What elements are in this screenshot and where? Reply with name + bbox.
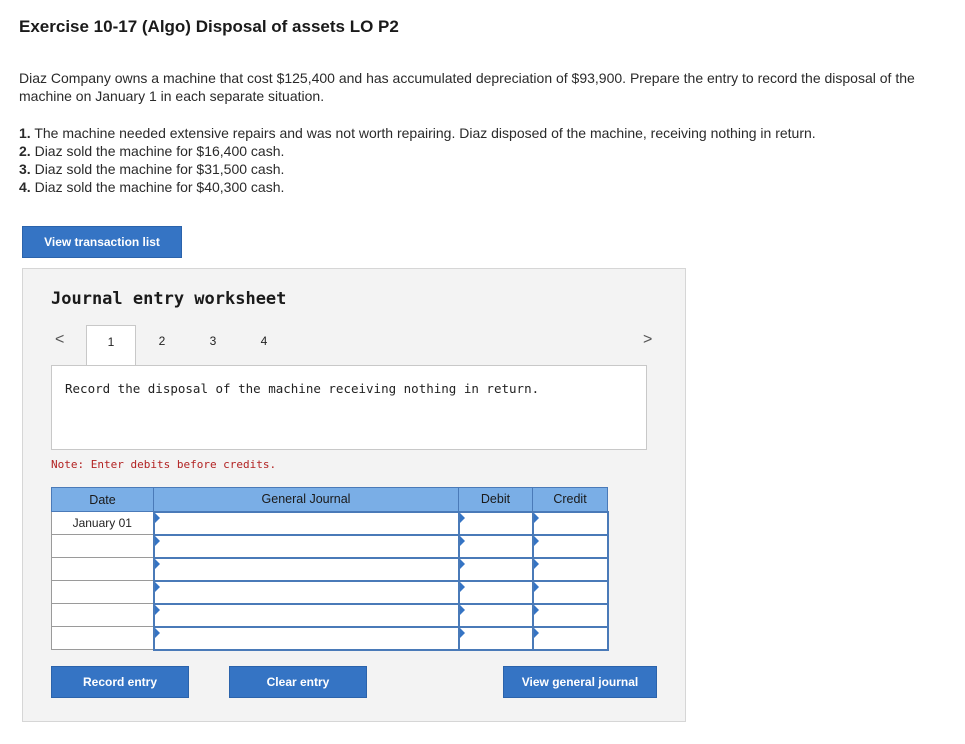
account-select[interactable]: [152, 579, 460, 605]
situation-item: 4. Diaz sold the machine for $40,300 cas…: [19, 178, 816, 196]
clear-entry-button[interactable]: Clear entry: [229, 666, 367, 698]
chevron-right-icon[interactable]: >: [643, 331, 652, 349]
debit-input[interactable]: [457, 533, 534, 559]
situation-text: Diaz sold the machine for $40,300 cash.: [34, 179, 285, 195]
table-row: [51, 579, 609, 605]
situation-item: 3. Diaz sold the machine for $31,500 cas…: [19, 160, 816, 178]
date-cell: [51, 603, 154, 627]
table-row: [51, 602, 609, 628]
problem-description: Diaz Company owns a machine that cost $1…: [19, 70, 915, 104]
general-journal-column-header: General Journal: [153, 487, 459, 512]
credit-input[interactable]: [531, 579, 609, 605]
note-text: Note: Enter debits before credits.: [51, 458, 277, 471]
debit-input[interactable]: [457, 579, 534, 605]
view-general-journal-button[interactable]: View general journal: [503, 666, 657, 698]
situation-text: Diaz sold the machine for $31,500 cash.: [34, 161, 285, 177]
tab-3[interactable]: 3: [193, 325, 233, 366]
chevron-left-icon[interactable]: <: [55, 331, 64, 349]
journal-header-row: Date General Journal Debit Credit: [51, 487, 608, 512]
account-select[interactable]: [152, 510, 460, 536]
date-cell: [51, 580, 154, 604]
date-cell: [51, 534, 154, 558]
credit-input[interactable]: [531, 602, 609, 628]
situation-item: 2. Diaz sold the machine for $16,400 cas…: [19, 142, 816, 160]
tab-2[interactable]: 2: [142, 325, 182, 366]
situation-list: 1. The machine needed extensive repairs …: [19, 124, 816, 196]
credit-input[interactable]: [531, 625, 609, 651]
journal-table: Date General Journal Debit Credit Januar…: [51, 487, 609, 651]
view-transaction-list-button[interactable]: View transaction list: [22, 226, 182, 258]
credit-input[interactable]: [531, 510, 609, 536]
record-entry-button[interactable]: Record entry: [51, 666, 189, 698]
table-row: [51, 533, 609, 559]
tab-1[interactable]: 1: [86, 325, 136, 366]
account-select[interactable]: [152, 602, 460, 628]
date-cell: [51, 626, 154, 650]
date-cell: January 01: [51, 511, 154, 535]
situation-number: 1.: [19, 125, 31, 141]
situation-text: The machine needed extensive repairs and…: [34, 125, 816, 141]
date-cell: [51, 557, 154, 581]
debit-input[interactable]: [457, 602, 534, 628]
debit-input[interactable]: [457, 556, 534, 582]
account-select[interactable]: [152, 556, 460, 582]
debit-input[interactable]: [457, 625, 534, 651]
page-title: Exercise 10-17 (Algo) Disposal of assets…: [19, 17, 399, 36]
table-row: [51, 625, 609, 651]
debit-column-header: Debit: [458, 487, 533, 512]
instruction-box: Record the disposal of the machine recei…: [51, 365, 647, 450]
table-row: January 01: [51, 510, 609, 536]
instruction-text: Record the disposal of the machine recei…: [65, 381, 540, 396]
situation-number: 3.: [19, 161, 31, 177]
situation-text: Diaz sold the machine for $16,400 cash.: [34, 143, 285, 159]
tab-4[interactable]: 4: [244, 325, 284, 366]
date-column-header: Date: [51, 487, 154, 512]
account-select[interactable]: [152, 533, 460, 559]
table-row: [51, 556, 609, 582]
credit-input[interactable]: [531, 556, 609, 582]
situation-number: 4.: [19, 179, 31, 195]
account-select[interactable]: [152, 625, 460, 651]
debit-input[interactable]: [457, 510, 534, 536]
credit-column-header: Credit: [532, 487, 608, 512]
situation-number: 2.: [19, 143, 31, 159]
credit-input[interactable]: [531, 533, 609, 559]
worksheet-title: Journal entry worksheet: [51, 289, 287, 309]
situation-item: 1. The machine needed extensive repairs …: [19, 124, 816, 142]
